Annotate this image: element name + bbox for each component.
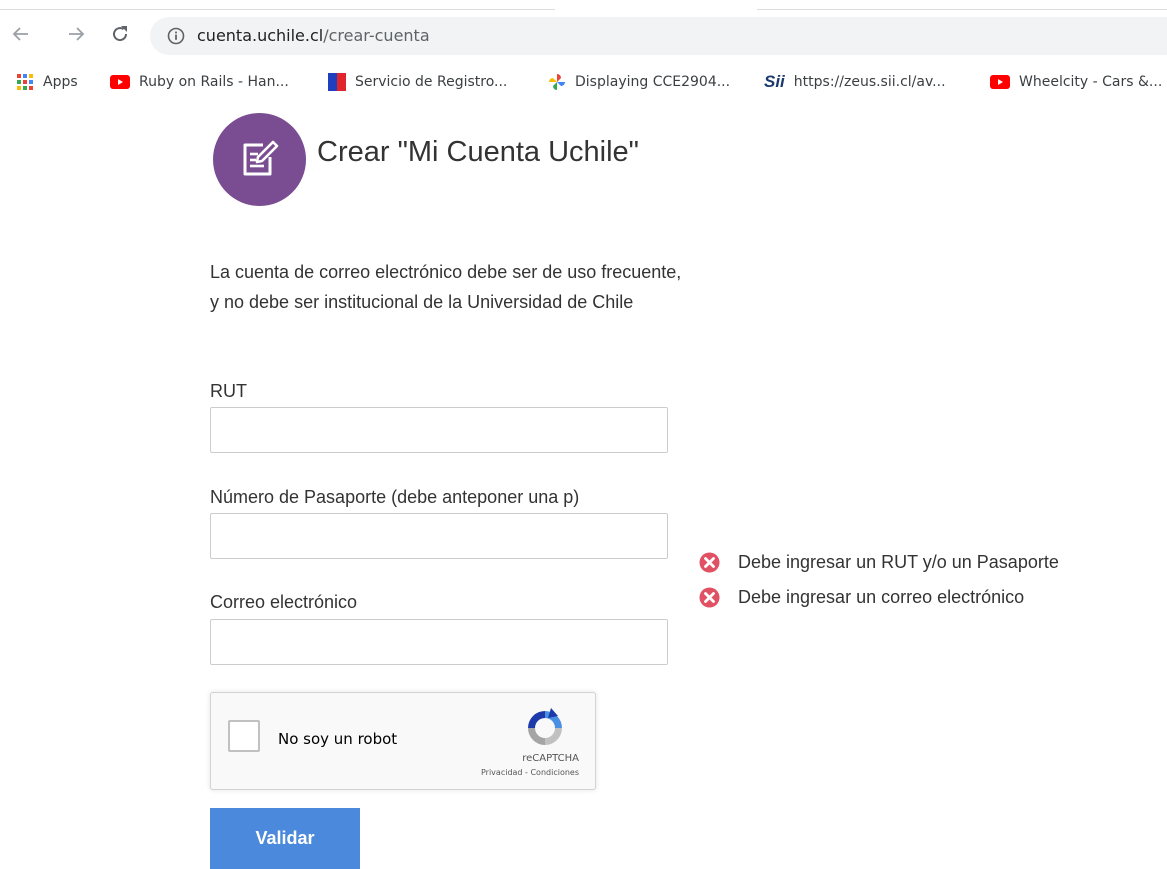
error-x-icon — [699, 587, 720, 608]
recaptcha-checkbox[interactable] — [228, 720, 260, 752]
email-notice: La cuenta de correo electrónico debe ser… — [210, 257, 681, 317]
recaptcha-brand: reCAPTCHA — [522, 753, 579, 764]
bookmark-wheelcity[interactable]: Wheelcity - Cars &... — [990, 72, 1162, 92]
error-message: Debe ingresar un RUT y/o un Pasaporte — [699, 552, 1059, 573]
bookmark-sii[interactable]: Sii https://zeus.sii.cl/av... — [764, 72, 946, 92]
address-url[interactable]: cuenta.uchile.cl/crear-cuenta — [197, 26, 430, 45]
recaptcha-label: No soy un robot — [278, 730, 398, 748]
error-text: Debe ingresar un RUT y/o un Pasaporte — [738, 552, 1059, 572]
error-x-icon — [699, 552, 720, 573]
youtube-icon — [990, 75, 1010, 89]
info-icon[interactable] — [167, 27, 185, 45]
bookmarks-bar: Apps Ruby on Rails - Han... Servicio de … — [0, 66, 1167, 98]
url-host: cuenta.uchile.cl — [197, 26, 324, 45]
tab-divider — [757, 9, 1167, 10]
bookmark-label: Displaying CCE2904... — [575, 74, 731, 90]
rut-input[interactable] — [210, 407, 668, 453]
reload-button[interactable] — [106, 20, 134, 48]
recaptcha-logo-icon — [528, 708, 562, 745]
browser-chrome: cuenta.uchile.cl/crear-cuenta Apps Ruby … — [0, 0, 1167, 100]
bookmark-label: https://zeus.sii.cl/av... — [793, 74, 946, 90]
bookmark-label: Apps — [43, 74, 78, 90]
error-text: Debe ingresar un correo electrónico — [738, 587, 1025, 607]
bookmark-servicio-registro[interactable]: Servicio de Registro... — [328, 72, 507, 92]
bookmark-label: Wheelcity - Cars &... — [1019, 74, 1163, 90]
passport-input[interactable] — [210, 513, 668, 559]
forward-arrow-icon — [69, 27, 85, 41]
url-path: /crear-cuenta — [323, 26, 430, 45]
rut-label: RUT — [210, 381, 247, 401]
apps-grid-icon — [16, 73, 34, 91]
account-logo — [213, 113, 306, 206]
back-button[interactable] — [7, 20, 35, 48]
reload-icon — [113, 26, 128, 42]
notice-line: y no debe ser institucional de la Univer… — [210, 292, 634, 312]
bookmark-displaying[interactable]: Displaying CCE2904... — [548, 72, 730, 92]
bookmark-ruby-on-rails[interactable]: Ruby on Rails - Han... — [110, 72, 289, 92]
error-message: Debe ingresar un correo electrónico — [699, 587, 1024, 608]
recaptcha-links[interactable]: Privacidad - Condiciones — [481, 768, 579, 777]
address-bar[interactable]: cuenta.uchile.cl/crear-cuenta — [150, 17, 1167, 55]
youtube-icon — [110, 75, 130, 89]
notice-line: La cuenta de correo electrónico debe ser… — [210, 262, 682, 282]
registro-civil-icon — [328, 73, 346, 91]
recaptcha-widget: No soy un robot reCAPTCHA Privacidad - C… — [210, 692, 596, 790]
back-arrow-icon — [12, 27, 28, 41]
tab-strip — [0, 0, 1167, 10]
bookmark-label: Ruby on Rails - Han... — [139, 74, 289, 90]
google-photos-icon — [548, 73, 566, 91]
forward-button[interactable] — [62, 20, 90, 48]
email-input[interactable] — [210, 619, 668, 665]
page-title: Crear "Mi Cuenta Uchile" — [317, 136, 639, 168]
tab-divider — [0, 9, 555, 10]
email-label: Correo electrónico — [210, 592, 358, 612]
sii-icon: Sii — [764, 72, 785, 91]
validar-button[interactable]: Validar — [210, 808, 360, 869]
bookmark-label: Servicio de Registro... — [355, 74, 508, 90]
bookmark-apps[interactable]: Apps — [16, 72, 78, 92]
edit-document-icon — [243, 140, 279, 176]
passport-label: Número de Pasaporte (debe anteponer una … — [210, 487, 580, 507]
